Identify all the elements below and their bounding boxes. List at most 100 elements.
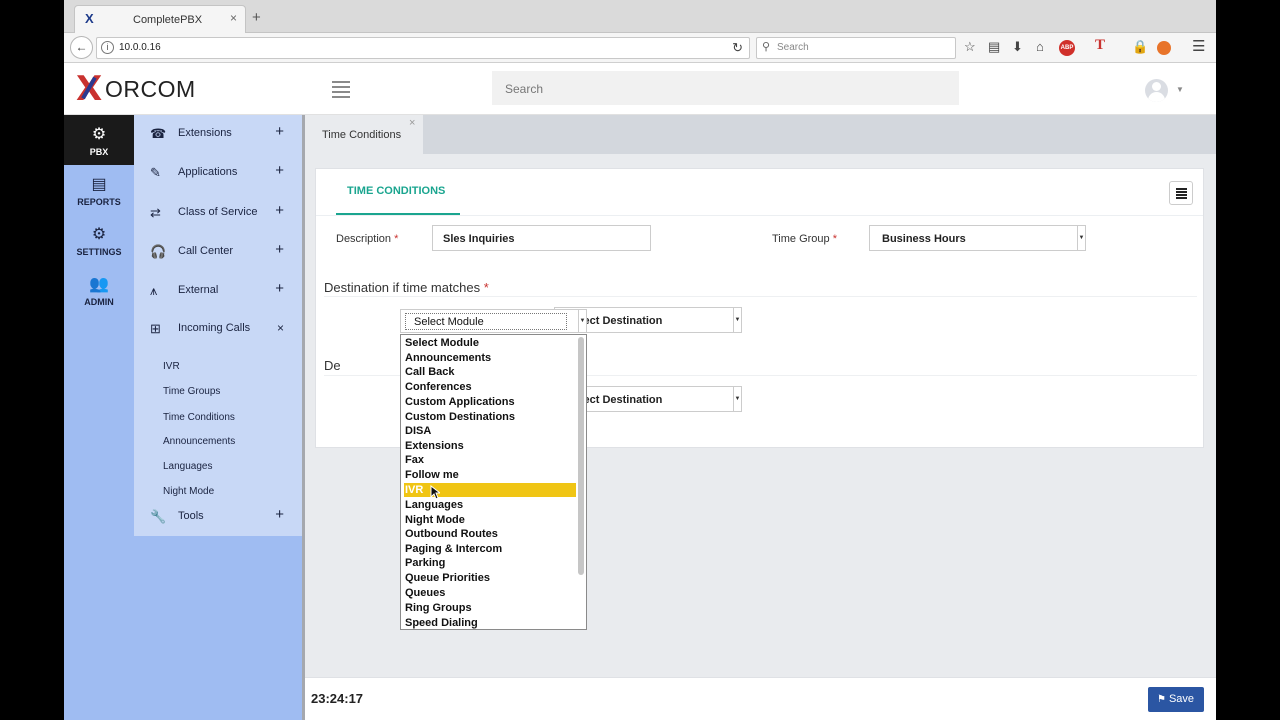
nav-group-tools[interactable]: 🔧 Tools +: [134, 503, 302, 533]
nav-item-time-conditions[interactable]: Time Conditions: [163, 412, 235, 423]
nav-group-class-of-service[interactable]: ⇄ Class of Service +: [134, 199, 302, 229]
nav-item-night-mode[interactable]: Night Mode: [163, 486, 214, 497]
sitemap-icon: ⊞: [150, 321, 161, 336]
rail-label: PBX: [89, 147, 109, 157]
expand-icon[interactable]: +: [275, 241, 284, 258]
rail-item-reports[interactable]: ▤ REPORTS: [64, 165, 134, 215]
nav-group-extensions[interactable]: ☎ Extensions +: [134, 120, 302, 150]
dropdown-option[interactable]: Conferences: [404, 380, 576, 394]
hamburger-menu-icon[interactable]: ☰: [1192, 37, 1205, 55]
dropdown-option[interactable]: Extensions: [404, 439, 576, 453]
app-search-input[interactable]: Search: [492, 71, 959, 105]
collapse-icon[interactable]: ×: [277, 321, 284, 335]
back-arrow-icon[interactable]: ←: [70, 36, 93, 59]
star-icon[interactable]: ☆: [964, 39, 976, 55]
url-text[interactable]: 10.0.0.16: [119, 42, 161, 53]
nav-divider: [302, 115, 305, 720]
nav-group-applications[interactable]: ✎ Applications +: [134, 159, 302, 189]
chevron-down-icon[interactable]: ▼: [1176, 85, 1184, 94]
description-field[interactable]: Sles Inquiries: [432, 225, 651, 251]
expand-icon[interactable]: +: [275, 506, 284, 523]
clock: 23:24:17: [311, 691, 364, 706]
tab-close-icon[interactable]: ×: [230, 11, 237, 25]
dropdown-option[interactable]: Paging & Intercom: [404, 542, 576, 556]
shuffle-icon: ⇄: [150, 205, 161, 220]
nav-group-external[interactable]: ⩚ External +: [134, 277, 302, 307]
adblock-icon[interactable]: ABP: [1059, 40, 1075, 56]
nav-group-label: Call Center: [178, 245, 234, 257]
rail-item-pbx[interactable]: ⚙ PBX: [64, 115, 134, 165]
nav-item-ivr[interactable]: IVR: [163, 361, 180, 372]
menu-toggle-icon[interactable]: [332, 81, 350, 98]
rail-label: REPORTS: [77, 197, 121, 207]
dropdown-option[interactable]: Custom Destinations: [404, 410, 576, 424]
nav-item-languages[interactable]: Languages: [163, 461, 213, 472]
nav-group-call-center[interactable]: 🎧 Call Center +: [134, 238, 302, 268]
expand-icon[interactable]: +: [275, 280, 284, 297]
nav-item-announcements[interactable]: Announcements: [163, 436, 235, 447]
module-dropdown-list[interactable]: Select Module Announcements Call Back Confe…: [400, 334, 587, 630]
card-title[interactable]: TIME CONDITIONS: [347, 185, 445, 197]
dropdown-option[interactable]: Custom Applications: [404, 395, 576, 409]
reload-icon[interactable]: ↻: [732, 40, 743, 56]
dest-match-title: Destination if time matches *: [324, 280, 489, 295]
nav-item-time-groups[interactable]: Time Groups: [163, 386, 220, 397]
dropdown-option[interactable]: Languages: [404, 498, 576, 512]
dropdown-option[interactable]: Queue Priorities: [404, 571, 576, 585]
nav-group-incoming-calls[interactable]: ⊞ Incoming Calls ×: [134, 315, 302, 345]
dropdown-option[interactable]: Queues: [404, 586, 576, 600]
expand-icon[interactable]: +: [275, 123, 284, 140]
dropdown-option[interactable]: Night Mode: [404, 513, 576, 527]
rail-item-admin[interactable]: 👥 ADMIN: [64, 265, 134, 315]
browser-window: X CompletePBX × + ← i 10.0.0.16 ↻ ⚲ Sear…: [64, 0, 1216, 720]
dropdown-option[interactable]: Select Module: [404, 336, 576, 350]
new-tab-icon[interactable]: +: [252, 9, 261, 26]
t-icon[interactable]: T: [1095, 37, 1105, 54]
time-group-select[interactable]: Business Hours ▼: [869, 225, 1086, 251]
extension-icon[interactable]: [1157, 41, 1171, 55]
rail-item-settings[interactable]: ⚙ SETTINGS: [64, 215, 134, 265]
module-select-value: Select Module: [405, 313, 567, 330]
time-group-label: Time Group *: [772, 233, 838, 245]
dropdown-option[interactable]: Outbound Routes: [404, 527, 576, 541]
home-icon[interactable]: ⌂: [1036, 39, 1044, 54]
rail-label: ADMIN: [84, 297, 114, 307]
save-button[interactable]: ⚑ Save: [1148, 687, 1204, 712]
list-icon[interactable]: [1169, 181, 1193, 205]
dropdown-option[interactable]: DISA: [404, 424, 576, 438]
dropdown-option[interactable]: Call Back: [404, 365, 576, 379]
module-select[interactable]: Select Module ▼: [400, 309, 587, 333]
reading-list-icon[interactable]: ▤: [988, 39, 1000, 55]
app-search-placeholder: Search: [505, 82, 544, 96]
browser-tab[interactable]: X CompletePBX ×: [74, 5, 246, 33]
dropdown-option[interactable]: Announcements: [404, 351, 576, 365]
users-icon: 👥: [89, 276, 109, 293]
dropdown-option[interactable]: Fax: [404, 453, 576, 467]
headset-icon: 🎧: [150, 244, 167, 259]
dropdown-option[interactable]: Speed Dialing: [404, 616, 576, 629]
download-icon[interactable]: ⬇: [1012, 39, 1023, 55]
nav-group-label: Applications: [178, 166, 238, 178]
page-tabs: Time Conditions ×: [305, 115, 1216, 154]
user-avatar-icon[interactable]: [1145, 79, 1168, 102]
dropdown-option[interactable]: Follow me: [404, 468, 576, 482]
nav-group-label: Extensions: [178, 127, 232, 139]
expand-icon[interactable]: +: [275, 162, 284, 179]
url-bar[interactable]: i 10.0.0.16 ↻: [96, 37, 750, 59]
expand-icon[interactable]: +: [275, 202, 284, 219]
favicon-icon: X: [85, 11, 94, 26]
chevron-down-icon: ▼: [578, 310, 586, 332]
mouse-cursor-icon: [430, 485, 440, 500]
tab-time-conditions[interactable]: Time Conditions ×: [305, 115, 423, 154]
browser-search-field[interactable]: ⚲ Search: [756, 37, 956, 59]
browser-nav-bar: ← i 10.0.0.16 ↻ ⚲ Search ☆ ▤ ⬇ ⌂ ABP T 🔒…: [64, 33, 1216, 63]
close-icon[interactable]: ×: [409, 117, 415, 129]
card-divider: [316, 215, 1203, 216]
info-icon[interactable]: i: [101, 41, 114, 54]
lock-icon[interactable]: 🔒: [1132, 39, 1148, 55]
dropdown-option[interactable]: Parking: [404, 556, 576, 570]
browser-search-placeholder: Search: [777, 42, 809, 53]
dropdown-option[interactable]: Ring Groups: [404, 601, 576, 615]
dropdown-scrollbar[interactable]: [578, 337, 584, 575]
road-icon: ⩚: [150, 283, 158, 298]
